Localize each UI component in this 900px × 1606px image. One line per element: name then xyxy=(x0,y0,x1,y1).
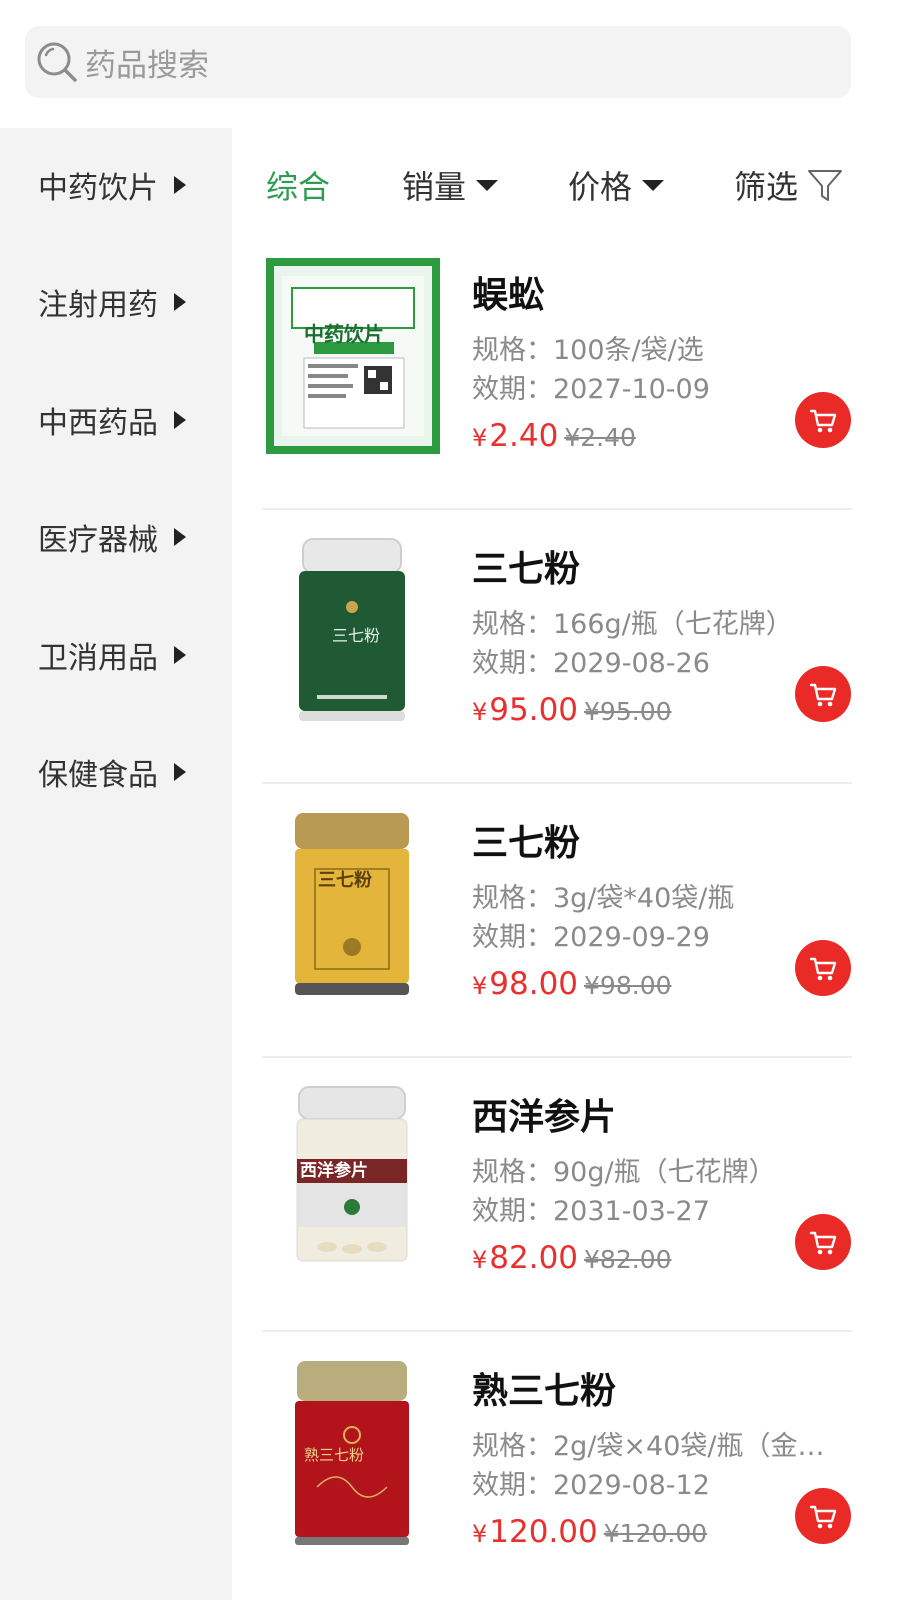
product-card[interactable]: 三七粉 三七粉 规格：166g/瓶（七花牌） 效期：2029-08-26 ¥95… xyxy=(262,510,852,784)
product-image: 三七粉 xyxy=(262,804,442,1004)
filter-button[interactable]: 筛选 xyxy=(734,150,844,220)
sidebar-item-health-food[interactable]: 保健食品 xyxy=(38,747,186,797)
product-image: 中药饮片 xyxy=(262,256,442,456)
product-card[interactable]: 熟三七粉 熟三七粉 规格：2g/袋×40袋/瓶（金… 效期：2029-08-12… xyxy=(262,1332,852,1606)
current-price: ¥95.00 xyxy=(472,692,579,728)
package-label: 西洋参片 xyxy=(300,1161,368,1181)
sidebar-item-label: 卫消用品 xyxy=(38,641,158,676)
sort-bar: 综合 销量 价格 筛选 xyxy=(232,150,900,220)
product-card[interactable]: 中药饮片 蜈蚣 规格：100条/袋/选 效期：2027-10-09 ¥2.40 … xyxy=(262,236,852,510)
original-price: ¥120.00 xyxy=(603,1519,708,1548)
package-label: 熟三七粉 xyxy=(304,1446,365,1464)
sidebar-item-label: 中西药品 xyxy=(38,406,158,441)
current-price: ¥98.00 xyxy=(472,966,579,1002)
product-spec: 规格：90g/瓶（七花牌） xyxy=(472,1157,776,1188)
product-image: 西洋参片 xyxy=(262,1078,442,1278)
search-placeholder: 药品搜索 xyxy=(85,47,209,84)
package-label: 中药饮片 xyxy=(304,322,384,346)
original-price: ¥95.00 xyxy=(584,697,672,726)
product-image: 三七粉 xyxy=(262,530,442,730)
cart-icon xyxy=(809,1231,837,1255)
product-name: 三七粉 xyxy=(472,549,581,590)
cart-icon xyxy=(809,683,837,707)
product-expiry: 效期：2029-08-12 xyxy=(472,1470,710,1501)
product-card[interactable]: 西洋参片 西洋参片 规格：90g/瓶（七花牌） 效期：2031-03-27 ¥8… xyxy=(262,1058,852,1332)
package-label: 三七粉 xyxy=(318,870,372,891)
sidebar-item-label: 中药饮片 xyxy=(38,171,158,206)
package-label: 三七粉 xyxy=(332,626,381,645)
price-row: ¥120.00 ¥120.00 xyxy=(472,1514,707,1550)
caret-right-icon xyxy=(174,646,186,664)
cart-icon xyxy=(809,409,837,433)
add-to-cart-button[interactable] xyxy=(795,392,851,448)
product-card[interactable]: 三七粉 三七粉 规格：3g/袋*40袋/瓶 效期：2029-09-29 ¥98.… xyxy=(262,784,852,1058)
sidebar-item-medicines[interactable]: 中西药品 xyxy=(38,395,186,445)
sort-comprehensive[interactable]: 综合 xyxy=(266,150,330,220)
price-row: ¥82.00 ¥82.00 xyxy=(472,1240,672,1276)
caret-down-icon xyxy=(642,179,665,191)
caret-right-icon xyxy=(174,176,186,194)
caret-right-icon xyxy=(174,528,186,546)
search-icon xyxy=(37,42,77,82)
original-price: ¥82.00 xyxy=(584,1245,672,1274)
cart-icon xyxy=(809,957,837,981)
product-spec: 规格：100条/袋/选 xyxy=(472,335,704,366)
price-row: ¥98.00 ¥98.00 xyxy=(472,966,672,1002)
product-expiry: 效期：2029-08-26 xyxy=(472,648,710,679)
product-name: 熟三七粉 xyxy=(472,1371,617,1412)
sidebar-item-medical-devices[interactable]: 医疗器械 xyxy=(38,512,186,562)
sidebar-item-label: 保健食品 xyxy=(38,758,158,793)
product-expiry: 效期：2029-09-29 xyxy=(472,922,710,953)
sort-label: 价格 xyxy=(568,168,633,206)
sort-price[interactable]: 价格 xyxy=(568,150,665,220)
sidebar-item-herbal-slices[interactable]: 中药饮片 xyxy=(38,160,186,210)
sidebar-item-hygiene[interactable]: 卫消用品 xyxy=(38,630,186,680)
caret-right-icon xyxy=(174,763,186,781)
sidebar-item-label: 医疗器械 xyxy=(38,523,158,558)
filter-icon xyxy=(808,170,843,201)
product-expiry: 效期：2031-03-27 xyxy=(472,1196,710,1227)
price-row: ¥95.00 ¥95.00 xyxy=(472,692,672,728)
product-name: 蜈蚣 xyxy=(472,275,545,316)
sidebar-item-label: 注射用药 xyxy=(38,288,158,323)
original-price: ¥2.40 xyxy=(564,423,636,452)
product-spec: 规格：3g/袋*40袋/瓶 xyxy=(472,883,735,914)
add-to-cart-button[interactable] xyxy=(795,940,851,996)
caret-right-icon xyxy=(174,293,186,311)
add-to-cart-button[interactable] xyxy=(795,1488,851,1544)
sort-sales[interactable]: 销量 xyxy=(402,150,499,220)
cart-icon xyxy=(809,1505,837,1529)
sort-label: 综合 xyxy=(266,168,331,206)
product-name: 西洋参片 xyxy=(472,1097,617,1138)
search-input[interactable]: 药品搜索 xyxy=(25,26,851,98)
caret-right-icon xyxy=(174,411,186,429)
current-price: ¥2.40 xyxy=(472,418,559,454)
product-spec: 规格：2g/袋×40袋/瓶（金… xyxy=(472,1431,825,1462)
original-price: ¥98.00 xyxy=(584,971,672,1000)
product-image: 熟三七粉 xyxy=(262,1352,442,1552)
category-sidebar: 中药饮片 注射用药 中西药品 医疗器械 卫消用品 保健食品 xyxy=(0,128,232,1600)
product-spec: 规格：166g/瓶（七花牌） xyxy=(472,609,793,640)
add-to-cart-button[interactable] xyxy=(795,666,851,722)
caret-down-icon xyxy=(476,179,499,191)
product-name: 三七粉 xyxy=(472,823,581,864)
sort-label: 销量 xyxy=(402,168,467,206)
sidebar-item-injections[interactable]: 注射用药 xyxy=(38,277,186,327)
search-bar-area: 药品搜索 xyxy=(0,0,900,128)
filter-label: 筛选 xyxy=(734,168,799,206)
add-to-cart-button[interactable] xyxy=(795,1214,851,1270)
current-price: ¥120.00 xyxy=(472,1514,598,1550)
product-expiry: 效期：2027-10-09 xyxy=(472,374,710,405)
price-row: ¥2.40 ¥2.40 xyxy=(472,418,636,454)
current-price: ¥82.00 xyxy=(472,1240,579,1276)
